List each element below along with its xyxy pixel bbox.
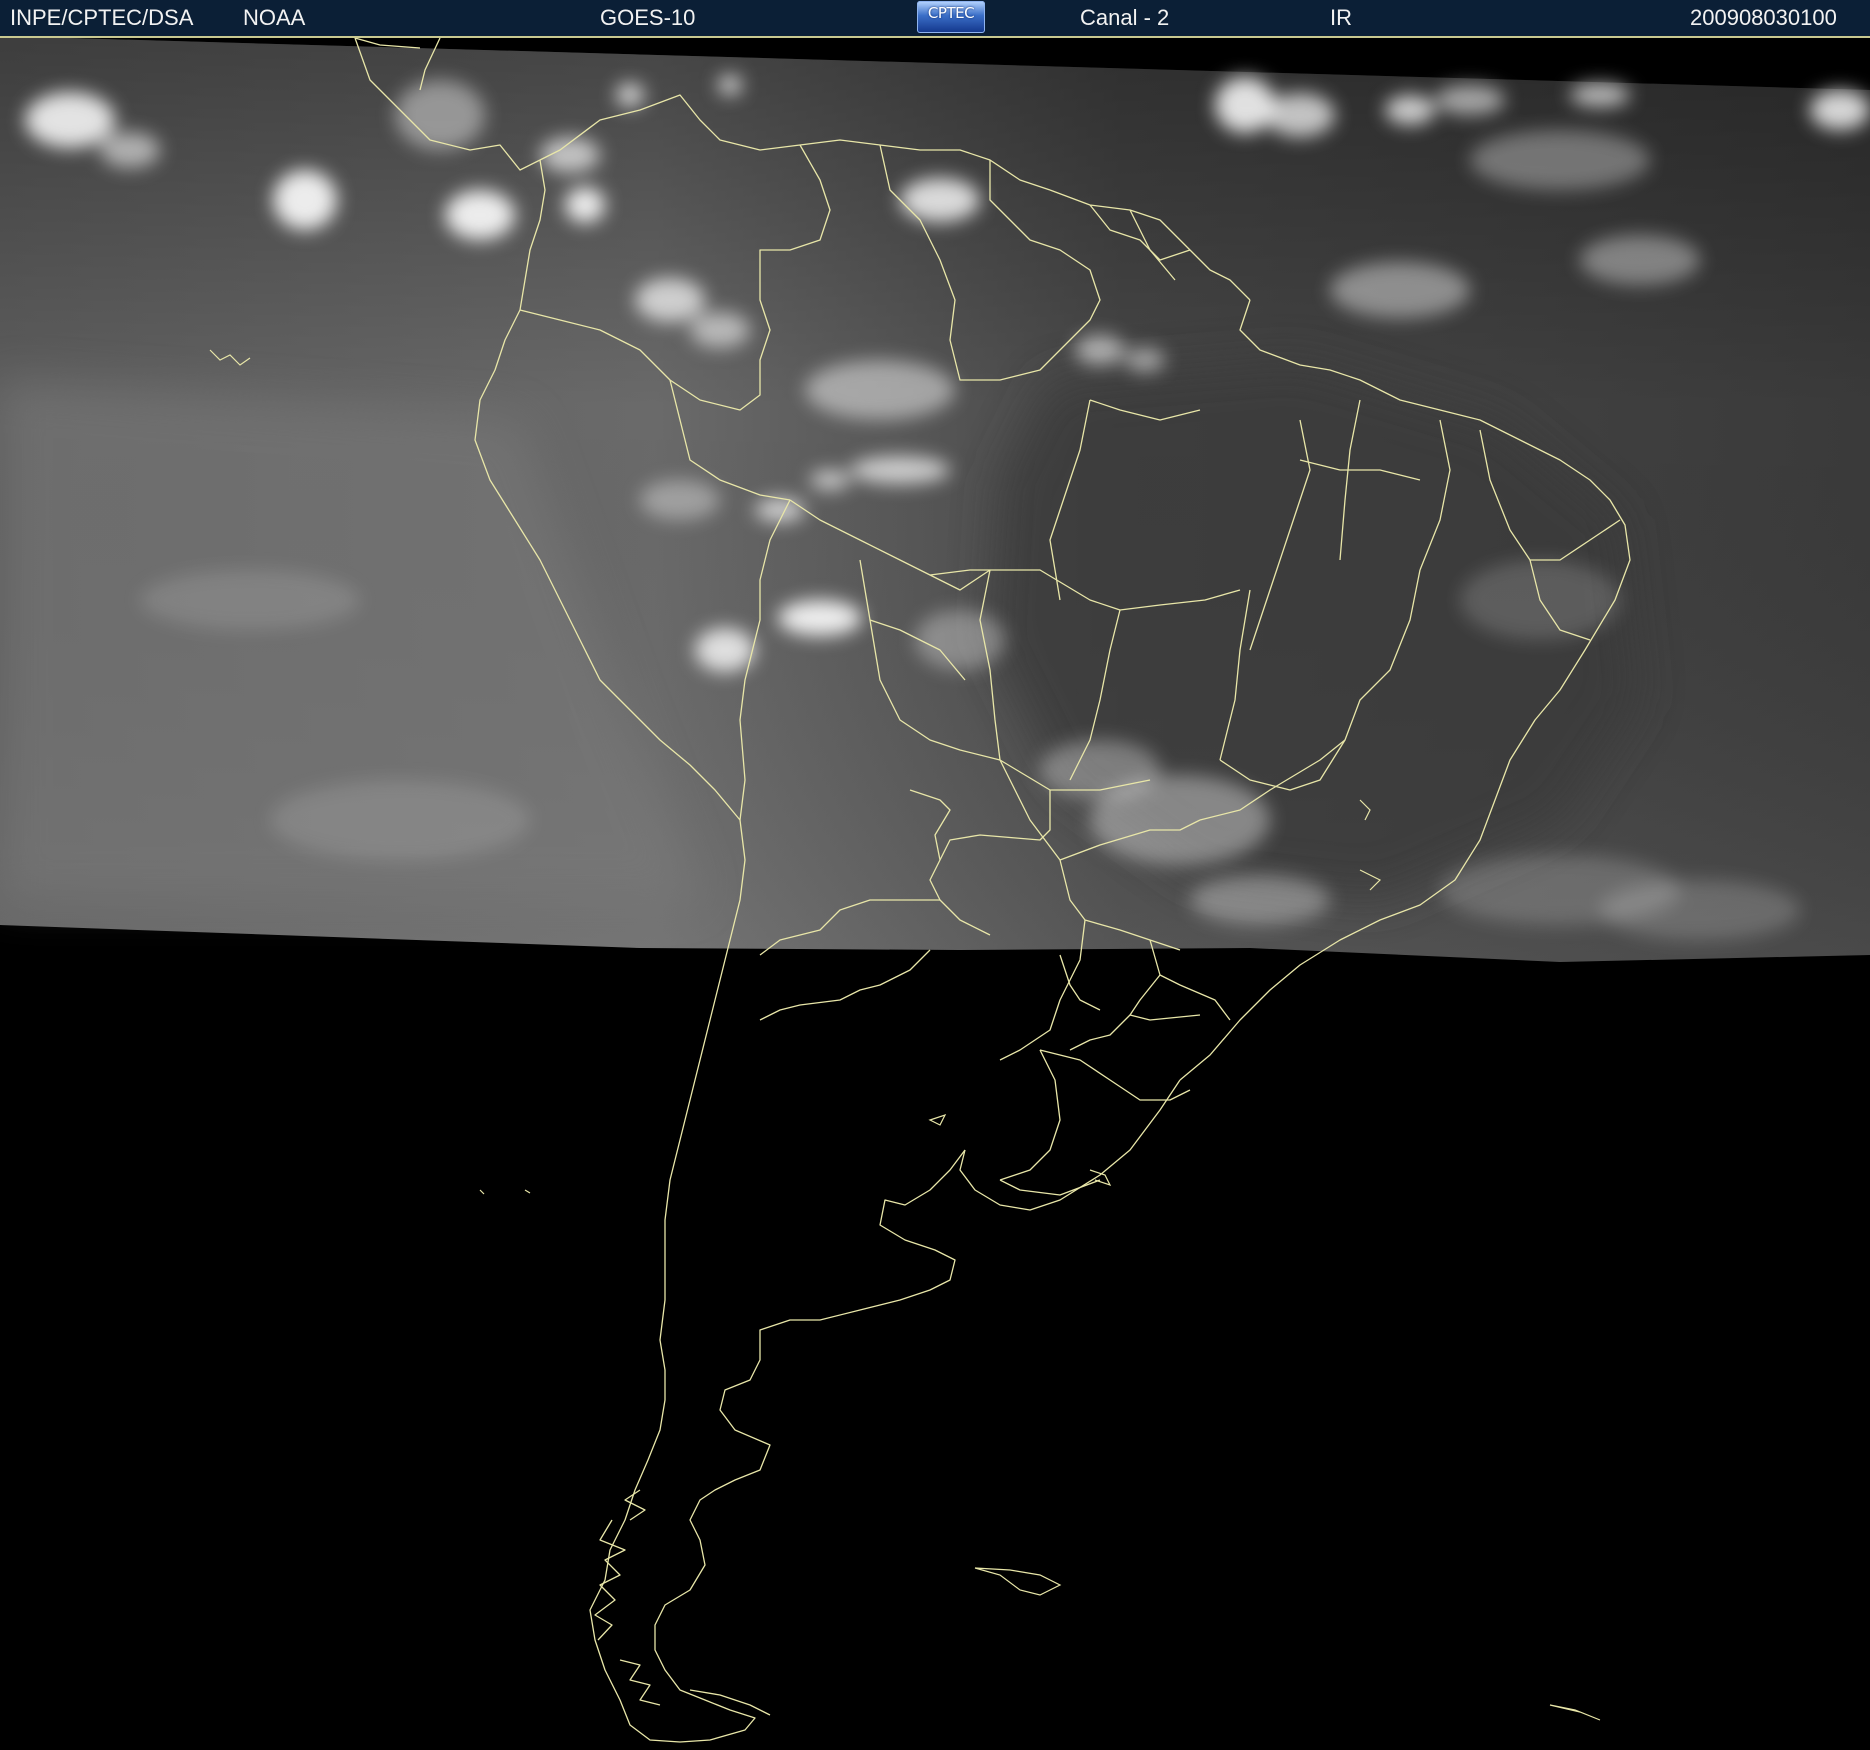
satellite-image [0, 36, 1870, 1743]
channel-label: Canal - 2 [1080, 5, 1170, 30]
image-header-bar: INPE/CPTEC/DSA NOAA GOES-10 CPTEC Canal … [0, 0, 1870, 38]
cptec-logo: CPTEC [917, 1, 985, 33]
source-label: NOAA [243, 5, 306, 30]
band-label: IR [1330, 5, 1352, 30]
cptec-logo-text: CPTEC [927, 4, 975, 22]
agency-label: INPE/CPTEC/DSA [10, 5, 194, 30]
satellite-label: GOES-10 [600, 5, 696, 30]
timestamp-label: 200908030100 [1690, 5, 1837, 30]
